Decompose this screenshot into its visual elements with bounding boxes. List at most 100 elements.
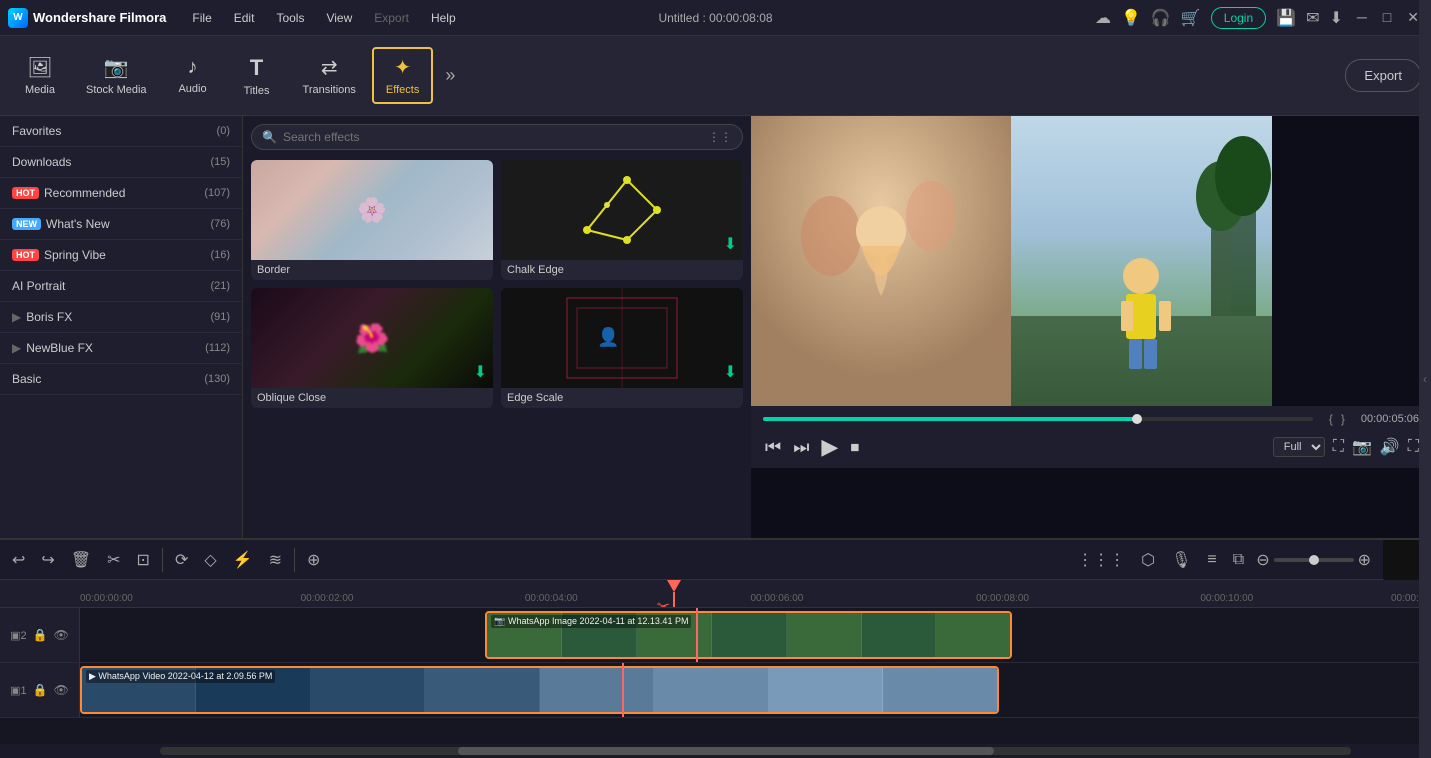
login-button[interactable]: Login [1211, 7, 1266, 29]
export-button[interactable]: Export [1345, 59, 1421, 92]
cart-icon[interactable]: 🛒 [1181, 8, 1201, 28]
sidebar-item-newblue-fx[interactable]: ▶ NewBlue FX (112) [0, 333, 242, 364]
delete-button[interactable]: 🗑 [67, 546, 95, 574]
tool-transitions[interactable]: ⇄ Transitions [291, 49, 368, 102]
effect-card-border[interactable]: 🌸 Border [251, 160, 493, 280]
mic-icon[interactable]: 🎙 [1167, 546, 1195, 574]
skip-back-button[interactable]: ⏮ [763, 435, 783, 460]
progress-bar[interactable] [763, 417, 1313, 421]
oblique-close-label: Oblique Close [251, 388, 493, 408]
bulb-icon[interactable]: 💡 [1121, 8, 1141, 28]
pip-icon[interactable]: ⧉ [1229, 547, 1248, 573]
effects-label: Effects [386, 84, 419, 96]
progress-fill [763, 417, 1137, 421]
more-tools-button[interactable]: » [437, 57, 463, 94]
timeline-scrollbar-track[interactable] [160, 747, 1351, 755]
crop-icon[interactable]: ⛶ [1408, 438, 1419, 456]
mail-icon[interactable]: ✉ [1306, 8, 1319, 28]
audio-icon: ♪ [188, 56, 198, 79]
edge-scale-download-icon[interactable]: ⬇ [724, 362, 737, 382]
effect-card-oblique-close[interactable]: 🌺 ⬇ Oblique Close [251, 288, 493, 408]
headset-icon[interactable]: 🎧 [1151, 8, 1171, 28]
main-area: Favorites (0) Downloads (15) HOT Recomme… [0, 116, 1431, 538]
motion-icon[interactable]: ⋮⋮⋮ [1073, 546, 1129, 574]
ruler-time-3: 00:00:06:00 [751, 593, 804, 604]
sidebar-item-basic[interactable]: Basic (130) [0, 364, 242, 395]
track-1-clip[interactable]: ▶ WhatsApp Video 2022-04-12 at 2.09.56 P… [80, 666, 999, 714]
boris-fx-count: (91) [210, 311, 230, 323]
cloud-icon[interactable]: ☁ [1095, 8, 1111, 28]
search-icon: 🔍 [262, 130, 277, 144]
zoom-in-button[interactable]: ⊕ [1358, 550, 1371, 570]
progress-dot [1132, 414, 1142, 424]
track-1-lock-icon[interactable]: 🔒 [33, 683, 48, 697]
toolbar: 🖼 Media 📷 Stock Media ♪ Audio T Titles ⇄… [0, 36, 1431, 116]
search-input[interactable] [283, 130, 702, 144]
stop-button[interactable]: ⏹ [848, 435, 861, 460]
quality-select[interactable]: Full 1/2 1/4 [1273, 437, 1325, 457]
track-2-eye-icon[interactable]: 👁 [54, 628, 69, 642]
left-bracket: { [1329, 412, 1333, 426]
sidebar-item-spring-vibe[interactable]: HOT Spring Vibe (16) [0, 240, 242, 271]
shield-icon[interactable]: ⬡ [1137, 546, 1159, 574]
track-2-lock-icon[interactable]: 🔒 [33, 628, 48, 642]
grid-view-button[interactable]: ⋮⋮ [708, 130, 732, 144]
ripple-button[interactable]: ⊕ [303, 546, 324, 574]
timeline: ↩ ↪ 🗑 ✂ ⊡ ⟳ ◇ ⚡ ≋ ⊕ ⋮⋮⋮ ⬡ 🎙 ≡ ⧉ ⊖ ⊕ 00:0… [0, 538, 1431, 758]
tool-stock-media[interactable]: 📷 Stock Media [74, 49, 159, 102]
sidebar-item-downloads[interactable]: Downloads (15) [0, 147, 242, 178]
effects-grid: 🌸 Border [251, 160, 743, 408]
zoom-out-button[interactable]: ⊖ [1256, 550, 1269, 570]
track-2-clip[interactable]: 📷 WhatsApp Image 2022-04-11 at 12.13.41 … [485, 611, 1012, 659]
cut-button[interactable]: ✂ [103, 546, 124, 574]
track-row-2: ▣2 🔒 👁 📷 WhatsApp Image 2022-04-11 [0, 608, 1431, 663]
tool-media[interactable]: 🖼 Media [10, 49, 70, 102]
effect-card-edge-scale[interactable]: 👤 ⬇ Edge Scale [501, 288, 743, 408]
fullscreen-icon[interactable]: ⛶ [1333, 438, 1344, 456]
tool-titles[interactable]: T Titles [227, 49, 287, 103]
topbar-icons: ☁ 💡 🎧 🛒 Login 💾 ✉ ⬇ [1095, 7, 1343, 29]
effect-card-chalk-edge[interactable]: ⬇ Chalk Edge [501, 160, 743, 280]
tool-audio[interactable]: ♪ Audio [163, 50, 223, 101]
tool-effects[interactable]: ✦ Effects [372, 47, 433, 104]
minimize-button[interactable]: ─ [1353, 9, 1371, 26]
download-icon[interactable]: ⬇ [1329, 8, 1342, 28]
sidebar-item-ai-portrait[interactable]: AI Portrait (21) [0, 271, 242, 302]
menu-tools[interactable]: Tools [266, 7, 314, 29]
sidebar-item-whats-new[interactable]: NEW What's New (76) [0, 209, 242, 240]
project-title: Untitled : 00:00:08:08 [658, 11, 772, 25]
effects-timeline-button[interactable]: ⚡ [229, 546, 257, 574]
zoom-slider[interactable] [1274, 558, 1354, 562]
rotation-button[interactable]: ⟳ [171, 546, 192, 574]
track-1-eye-icon[interactable]: 👁 [54, 683, 69, 697]
menu-file[interactable]: File [182, 7, 221, 29]
timeline-scrollbar-thumb[interactable] [458, 747, 994, 755]
chalk-download-icon[interactable]: ⬇ [724, 234, 737, 254]
window-controls: ─ □ ✕ [1353, 9, 1423, 26]
frame-back-button[interactable]: ⏭ [791, 435, 811, 460]
sidebar-item-favorites[interactable]: Favorites (0) [0, 116, 242, 147]
redo-button[interactable]: ↪ [37, 546, 58, 574]
audio-btn[interactable]: ≋ [265, 546, 286, 574]
oblique-download-icon[interactable]: ⬇ [474, 362, 487, 382]
save-icon[interactable]: 💾 [1276, 8, 1296, 28]
subtitles-icon[interactable]: ≡ [1203, 547, 1220, 573]
menu-help[interactable]: Help [421, 7, 466, 29]
titles-icon: T [250, 55, 263, 81]
sidebar-item-boris-fx[interactable]: ▶ Boris FX (91) [0, 302, 242, 333]
maximize-button[interactable]: □ [1379, 9, 1395, 26]
tl-separator-2 [294, 548, 295, 572]
menu-edit[interactable]: Edit [224, 7, 265, 29]
menu-export[interactable]: Export [364, 7, 419, 29]
undo-button[interactable]: ↩ [8, 546, 29, 574]
titles-label: Titles [244, 85, 270, 97]
volume-icon[interactable]: 🔊 [1380, 437, 1400, 457]
keyframe-button[interactable]: ◇ [200, 546, 220, 574]
track-1-number: ▣1 [10, 684, 27, 697]
menu-view[interactable]: View [316, 7, 362, 29]
ruler-time-0: 00:00:00:00 [80, 593, 133, 604]
sidebar-item-recommended[interactable]: HOT Recommended (107) [0, 178, 242, 209]
snapshot-icon[interactable]: 📷 [1352, 437, 1372, 457]
play-button[interactable]: ▶ [819, 432, 840, 462]
crop-timeline-button[interactable]: ⊡ [133, 546, 154, 574]
